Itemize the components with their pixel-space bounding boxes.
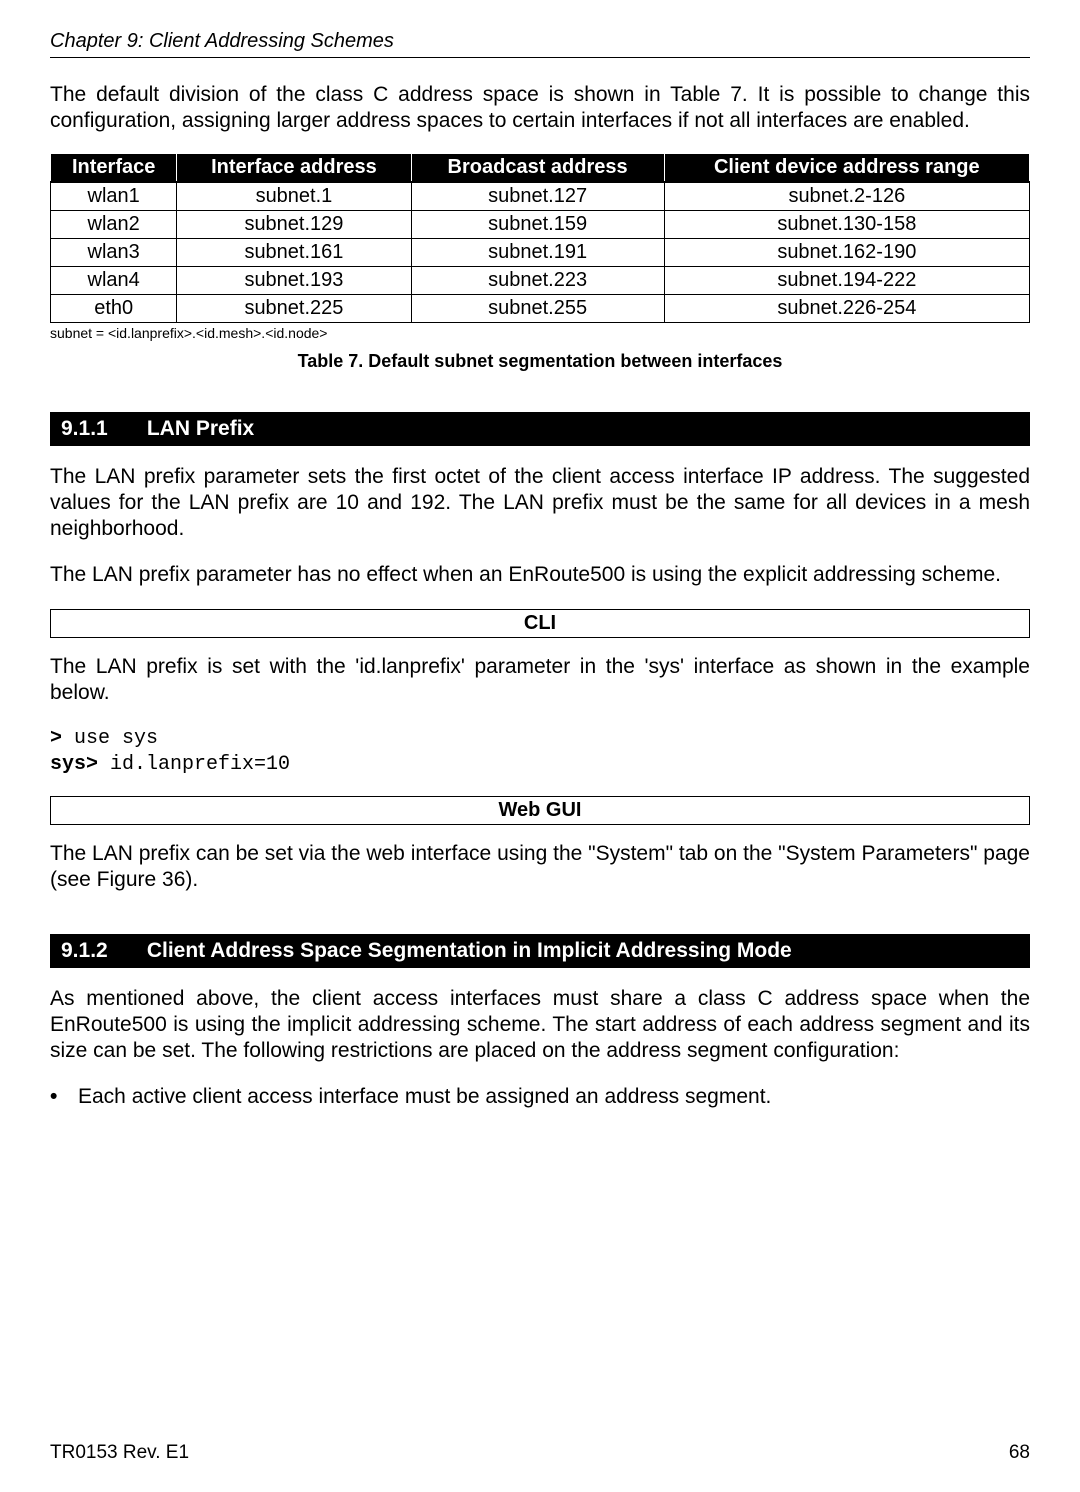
list-item: Each active client access interface must…: [50, 1084, 1030, 1110]
table-cell: subnet.191: [411, 238, 664, 266]
table-cell: wlan2: [51, 210, 177, 238]
table-header: Interface address: [177, 153, 411, 182]
table-row: wlan2 subnet.129 subnet.159 subnet.130-1…: [51, 210, 1030, 238]
table-cell: subnet.225: [177, 294, 411, 322]
table-cell: subnet.1: [177, 182, 411, 211]
table-row: wlan3 subnet.161 subnet.191 subnet.162-1…: [51, 238, 1030, 266]
table-cell: subnet.162-190: [664, 238, 1029, 266]
table-row: wlan4 subnet.193 subnet.223 subnet.194-2…: [51, 266, 1030, 294]
table-row: eth0 subnet.225 subnet.255 subnet.226-25…: [51, 294, 1030, 322]
table-cell: subnet.194-222: [664, 266, 1029, 294]
table-cell: subnet.161: [177, 238, 411, 266]
section-title: LAN Prefix: [147, 417, 254, 440]
page-footer: TR0153 Rev. E1 68: [50, 1442, 1030, 1464]
table-row: wlan1 subnet.1 subnet.127 subnet.2-126: [51, 182, 1030, 211]
table-cell: wlan1: [51, 182, 177, 211]
table-cell: eth0: [51, 294, 177, 322]
table-cell: subnet.130-158: [664, 210, 1029, 238]
code-prompt: sys>: [50, 753, 98, 776]
table-cell: subnet.226-254: [664, 294, 1029, 322]
section-heading-912: 9.1.2 Client Address Space Segmentation …: [50, 934, 1030, 968]
subnet-table: Interface Interface address Broadcast ad…: [50, 153, 1030, 323]
section-title: Client Address Space Segmentation in Imp…: [147, 939, 792, 962]
table-header: Interface: [51, 153, 177, 182]
section-number: 9.1.2: [61, 939, 141, 963]
code-prompt: >: [50, 727, 62, 750]
webgui-label-box: Web GUI: [50, 796, 1030, 825]
table-header: Client device address range: [664, 153, 1029, 182]
header-rule: [50, 57, 1030, 58]
code-block: > use sys sys> id.lanprefix=10: [50, 726, 1030, 778]
table-header: Broadcast address: [411, 153, 664, 182]
section-number: 9.1.1: [61, 417, 141, 441]
body-paragraph: The LAN prefix is set with the 'id.lanpr…: [50, 654, 1030, 707]
table-cell: subnet.129: [177, 210, 411, 238]
code-command: id.lanprefix=10: [98, 753, 290, 776]
table-cell: subnet.223: [411, 266, 664, 294]
table-cell: subnet.193: [177, 266, 411, 294]
footer-page-number: 68: [1009, 1442, 1030, 1464]
section-heading-911: 9.1.1 LAN Prefix: [50, 412, 1030, 446]
table-cell: subnet.2-126: [664, 182, 1029, 211]
table-caption: Table 7. Default subnet segmentation bet…: [50, 351, 1030, 372]
chapter-header: Chapter 9: Client Addressing Schemes: [50, 30, 1030, 53]
code-command: use sys: [62, 727, 158, 750]
body-paragraph: As mentioned above, the client access in…: [50, 986, 1030, 1065]
cli-label-box: CLI: [50, 609, 1030, 638]
body-paragraph: The LAN prefix can be set via the web in…: [50, 841, 1030, 894]
body-paragraph: The LAN prefix parameter has no effect w…: [50, 562, 1030, 588]
intro-paragraph: The default division of the class C addr…: [50, 82, 1030, 135]
table-cell: wlan3: [51, 238, 177, 266]
table-cell: subnet.159: [411, 210, 664, 238]
table-cell: subnet.255: [411, 294, 664, 322]
bullet-list: Each active client access interface must…: [50, 1084, 1030, 1110]
table-cell: wlan4: [51, 266, 177, 294]
subnet-footnote: subnet = <id.lanprefix>.<id.mesh>.<id.no…: [50, 325, 1030, 341]
body-paragraph: The LAN prefix parameter sets the first …: [50, 464, 1030, 543]
table-cell: subnet.127: [411, 182, 664, 211]
footer-left: TR0153 Rev. E1: [50, 1442, 189, 1464]
